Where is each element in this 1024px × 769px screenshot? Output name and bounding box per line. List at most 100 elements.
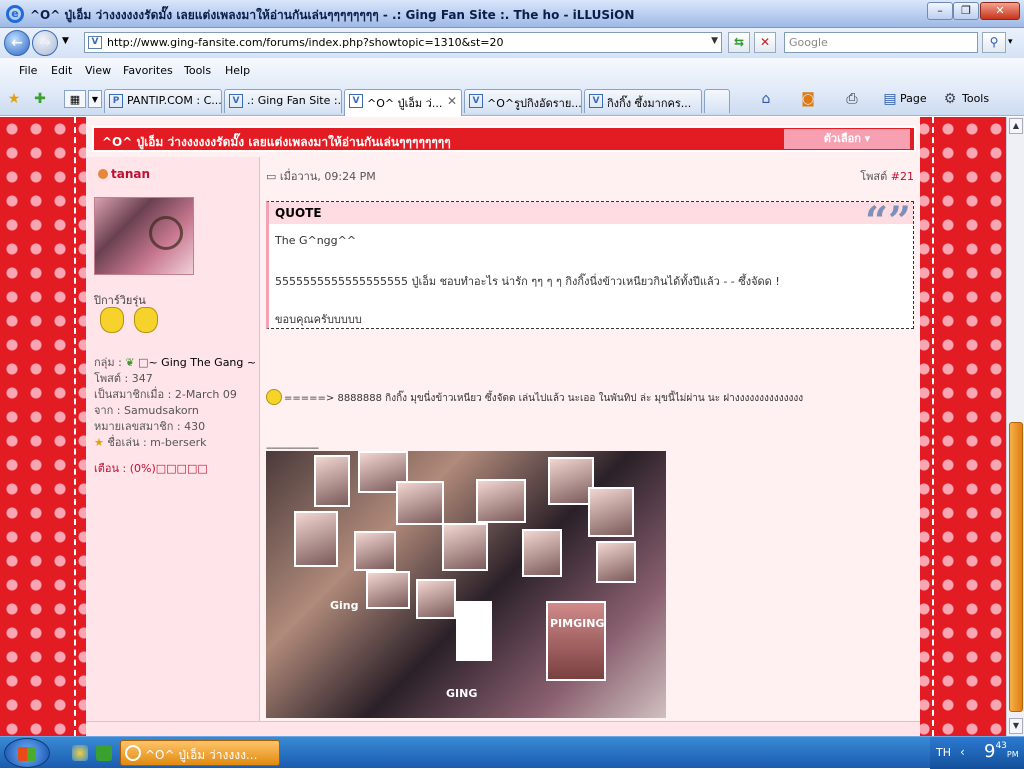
menu-tools[interactable]: Tools	[184, 64, 211, 77]
tab-list-icon[interactable]: ▼	[88, 90, 102, 108]
address-dropdown-icon[interactable]: ▼	[711, 36, 718, 46]
menu-view[interactable]: View	[85, 64, 111, 77]
collage-label: Ging	[330, 599, 359, 612]
new-tab-button[interactable]	[704, 89, 730, 113]
search-icon[interactable]: ⚲	[982, 32, 1006, 53]
vertical-scrollbar[interactable]: ▲ ▼	[1006, 117, 1024, 736]
history-dropdown-icon[interactable]: ▼	[62, 36, 69, 46]
forum-content: ^O^ ปู่เอ็ม ว่างงงงงงรัดมั๊ง เลยแต่งเพลง…	[86, 117, 920, 736]
stop-button[interactable]: ✕	[754, 32, 776, 53]
post-area: ▭ เมื่อวาน, 09:24 PM โพสต์ #21 QUOTE “” …	[260, 157, 920, 736]
page-menu-button[interactable]: Page	[900, 92, 927, 105]
window-title: ^O^ ปู่เอ็ม ว่างงงงงงรัดมั๊ง เลยแต่งเพลง…	[30, 8, 635, 22]
page-icon: P	[109, 94, 123, 108]
scroll-up-icon[interactable]: ▲	[1009, 118, 1023, 134]
tab-bar: ★ ✚ ▦ ▼ P PANTIP.COM : C... V .: Ging Fa…	[0, 84, 1024, 116]
restore-button[interactable]: ❐	[953, 2, 979, 20]
quote-line: 5555555555555555555 ปู่เอ็ม ชอบทำอะไร น่…	[275, 275, 780, 288]
collage-label: PIMGING	[550, 617, 605, 630]
menu-edit[interactable]: Edit	[51, 64, 72, 77]
tab-pantip[interactable]: P PANTIP.COM : C...	[104, 89, 222, 113]
photo	[416, 579, 456, 619]
internet-explorer-icon	[125, 745, 141, 761]
quote-line: The G^ngg^^	[275, 234, 357, 247]
gear-icon: ⚙	[943, 91, 957, 107]
photo	[314, 455, 350, 507]
post-number[interactable]: โพสต์ #21	[860, 167, 914, 185]
photo	[294, 511, 338, 567]
taskbar-item-ie[interactable]: ^O^ ปู่เอ็ม ว่างงงง...	[120, 740, 280, 766]
rank-pikachu-icon	[100, 307, 124, 333]
print-icon[interactable]: ⎙	[843, 90, 861, 108]
address-url[interactable]: http://www.ging-fansite.com/forums/index…	[107, 36, 504, 49]
photo	[442, 523, 488, 571]
menu-help[interactable]: Help	[225, 64, 250, 77]
page-menu-icon: ▤	[883, 91, 897, 107]
photo	[588, 487, 634, 537]
address-field[interactable]: V http://www.ging-fansite.com/forums/ind…	[84, 32, 722, 53]
add-favorite-icon[interactable]: ✚	[31, 90, 49, 108]
post-date: ▭ เมื่อวาน, 09:24 PM	[266, 170, 376, 183]
photo-collage[interactable]: Ging PIMGING GING	[266, 451, 666, 718]
quick-launch-icon[interactable]	[72, 745, 88, 761]
close-tab-icon[interactable]: ✕	[447, 94, 457, 108]
collage-label: GING	[446, 687, 478, 700]
forward-button[interactable]: →	[32, 30, 58, 56]
post-footer	[86, 721, 920, 736]
page-icon: V	[469, 94, 483, 108]
user-icon	[98, 169, 108, 179]
quote-header: QUOTE	[269, 202, 913, 224]
user-nickname: ★ ชื่อเล่น : m-berserk	[94, 436, 207, 449]
page-icon: V	[349, 94, 363, 108]
page-icon: V	[229, 94, 243, 108]
scroll-thumb[interactable]	[1009, 422, 1023, 712]
tray-expand-icon[interactable]: ‹	[960, 745, 965, 759]
photo	[354, 531, 396, 571]
favorites-star-icon[interactable]: ★	[5, 90, 23, 108]
scroll-down-icon[interactable]: ▼	[1009, 718, 1023, 734]
show-desktop-icon[interactable]	[96, 745, 112, 761]
photo	[546, 601, 606, 681]
tab-ging-photos[interactable]: V ^O^รูปกิงอัดราย...	[464, 89, 582, 113]
quick-tabs-icon[interactable]: ▦	[64, 90, 86, 108]
search-input[interactable]: Google	[784, 32, 978, 53]
tab-label: ^O^รูปกิงอัดราย...	[487, 97, 582, 110]
quote-block: QUOTE “” The G^ngg^^ 5555555555555555555…	[266, 198, 914, 329]
rss-feed-icon[interactable]: ◙	[799, 90, 817, 108]
page-icon: V	[88, 36, 102, 49]
close-button[interactable]: ✕	[980, 2, 1020, 20]
username-text: tanan	[111, 167, 151, 181]
topic-title: ^O^ ปู่เอ็ม ว่างงงงงงรัดมั๊ง เลยแต่งเพลง…	[102, 135, 451, 149]
border-dash-left	[74, 117, 76, 736]
tab-ging-fansite[interactable]: V .: Ging Fan Site :...	[224, 89, 342, 113]
tab-ging-touching[interactable]: V กิงกิ๊ง ซึ้งมากคร...	[584, 89, 702, 113]
tab-label: กิงกิ๊ง ซึ้งมากคร...	[607, 97, 692, 110]
minimize-button[interactable]: –	[927, 2, 953, 20]
refresh-button[interactable]: ⇆	[728, 32, 750, 53]
start-button[interactable]	[4, 738, 50, 768]
page-viewport: ^O^ ปู่เอ็ม ว่างงงงงงรัดมั๊ง เลยแต่งเพลง…	[0, 117, 1006, 736]
language-indicator[interactable]: TH	[936, 746, 951, 759]
menu-favorites[interactable]: Favorites	[123, 64, 173, 77]
home-icon[interactable]: ⌂	[757, 90, 775, 108]
quote-line: ขอบคุณครับบบบบ	[275, 313, 362, 326]
tab-current-topic[interactable]: V ^O^ ปู่เอ็ม ว่... ✕	[344, 89, 462, 116]
avatar	[94, 197, 194, 275]
menu-file[interactable]: File	[19, 64, 37, 77]
user-warn-level: เตือน : (0%)□□□□□	[94, 462, 208, 475]
back-button[interactable]: ←	[4, 30, 30, 56]
border-dash-right	[932, 117, 934, 736]
system-tray: TH ‹ 943PM	[930, 737, 1024, 769]
search-dropdown-icon[interactable]: ▾	[1008, 37, 1013, 47]
address-bar-row: ← → ▼ V http://www.ging-fansite.com/foru…	[0, 28, 1024, 58]
tools-menu-button[interactable]: Tools	[962, 92, 989, 105]
options-button[interactable]: ตัวเลือก ▾	[784, 129, 910, 149]
photo	[396, 481, 444, 525]
smiley-icon	[266, 389, 282, 405]
tab-label: ^O^ ปู่เอ็ม ว่...	[367, 97, 443, 110]
tab-label: PANTIP.COM : C...	[127, 94, 222, 107]
clock[interactable]: 943PM	[984, 741, 1019, 762]
username[interactable]: tanan	[98, 167, 150, 181]
tab-label: .: Ging Fan Site :...	[247, 94, 342, 107]
internet-explorer-icon: e	[6, 5, 24, 23]
